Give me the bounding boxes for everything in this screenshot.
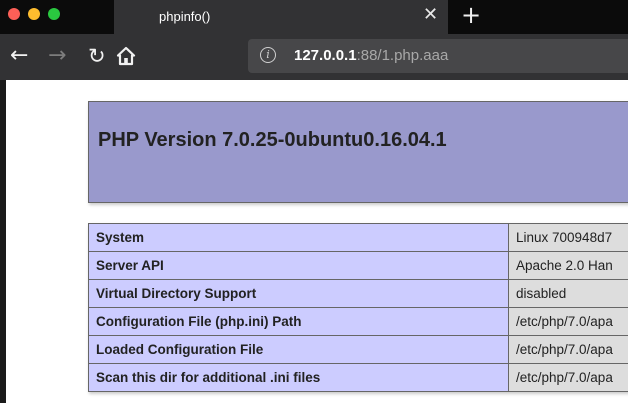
- page-content: PHP Version 7.0.25-0ubuntu0.16.04.1 Syst…: [0, 80, 628, 403]
- minimize-window-button[interactable]: [28, 8, 40, 20]
- url-text[interactable]: 127.0.0.1:88/1.php.aaa: [294, 47, 448, 64]
- table-row: System Linux 700948d7: [88, 223, 628, 252]
- page-left-edge: [0, 80, 6, 403]
- row-value: disabled: [508, 279, 628, 308]
- address-bar[interactable]: i 127.0.0.1:88/1.php.aaa: [248, 39, 628, 73]
- table-row: Virtual Directory Support disabled: [88, 279, 628, 308]
- new-tab-button[interactable]: +: [461, 2, 481, 28]
- reload-icon[interactable]: ↻: [88, 44, 106, 68]
- table-row: Scan this dir for additional .ini files /…: [88, 363, 628, 392]
- row-key: Server API: [88, 251, 509, 280]
- url-host: 127.0.0.1: [294, 47, 357, 64]
- table-row: Configuration File (php.ini) Path/etc/ph…: [88, 307, 628, 336]
- home-icon[interactable]: [116, 44, 136, 66]
- row-value: Linux 700948d7: [508, 223, 628, 252]
- close-tab-icon[interactable]: ✕: [423, 5, 438, 25]
- row-value: /etc/php/7.0/apa: [508, 307, 628, 336]
- row-value: Apache 2.0 Han: [508, 251, 628, 280]
- row-key: Scan this dir for additional .ini files: [88, 363, 509, 392]
- table-row: Loaded Configuration File/etc/php/7.0/ap…: [88, 335, 628, 364]
- row-key: Virtual Directory Support: [88, 279, 509, 308]
- page-title: PHP Version 7.0.25-0ubuntu0.16.04.1: [98, 129, 447, 151]
- back-arrow-icon[interactable]: ←: [10, 44, 28, 68]
- url-path: :88/1.php.aaa: [356, 47, 449, 64]
- php-info-table: System Linux 700948d7 Server API Apache 2.0…: [88, 223, 628, 392]
- row-key: Loaded Configuration File: [88, 335, 509, 364]
- row-value: /etc/php/7.0/apa: [508, 335, 628, 364]
- navigation-toolbar: ← → ↻ i 127.0.0.1:88/1.php.aaa: [0, 34, 628, 80]
- row-value: /etc/php/7.0/apa: [508, 363, 628, 392]
- table-row: Server API Apache 2.0 Han: [88, 251, 628, 280]
- maximize-window-button[interactable]: [48, 8, 60, 20]
- info-icon[interactable]: i: [260, 47, 276, 63]
- forward-arrow-icon[interactable]: →: [48, 44, 66, 68]
- tab-title: phpinfo(): [159, 9, 211, 24]
- browser-tab-bar: phpinfo() ✕ +: [0, 0, 628, 34]
- row-key: System: [88, 223, 509, 252]
- php-version-header: PHP Version 7.0.25-0ubuntu0.16.04.1: [88, 101, 628, 203]
- close-window-button[interactable]: [8, 8, 20, 20]
- row-key: Configuration File (php.ini) Path: [88, 307, 509, 336]
- browser-tab[interactable]: phpinfo() ✕: [114, 0, 448, 34]
